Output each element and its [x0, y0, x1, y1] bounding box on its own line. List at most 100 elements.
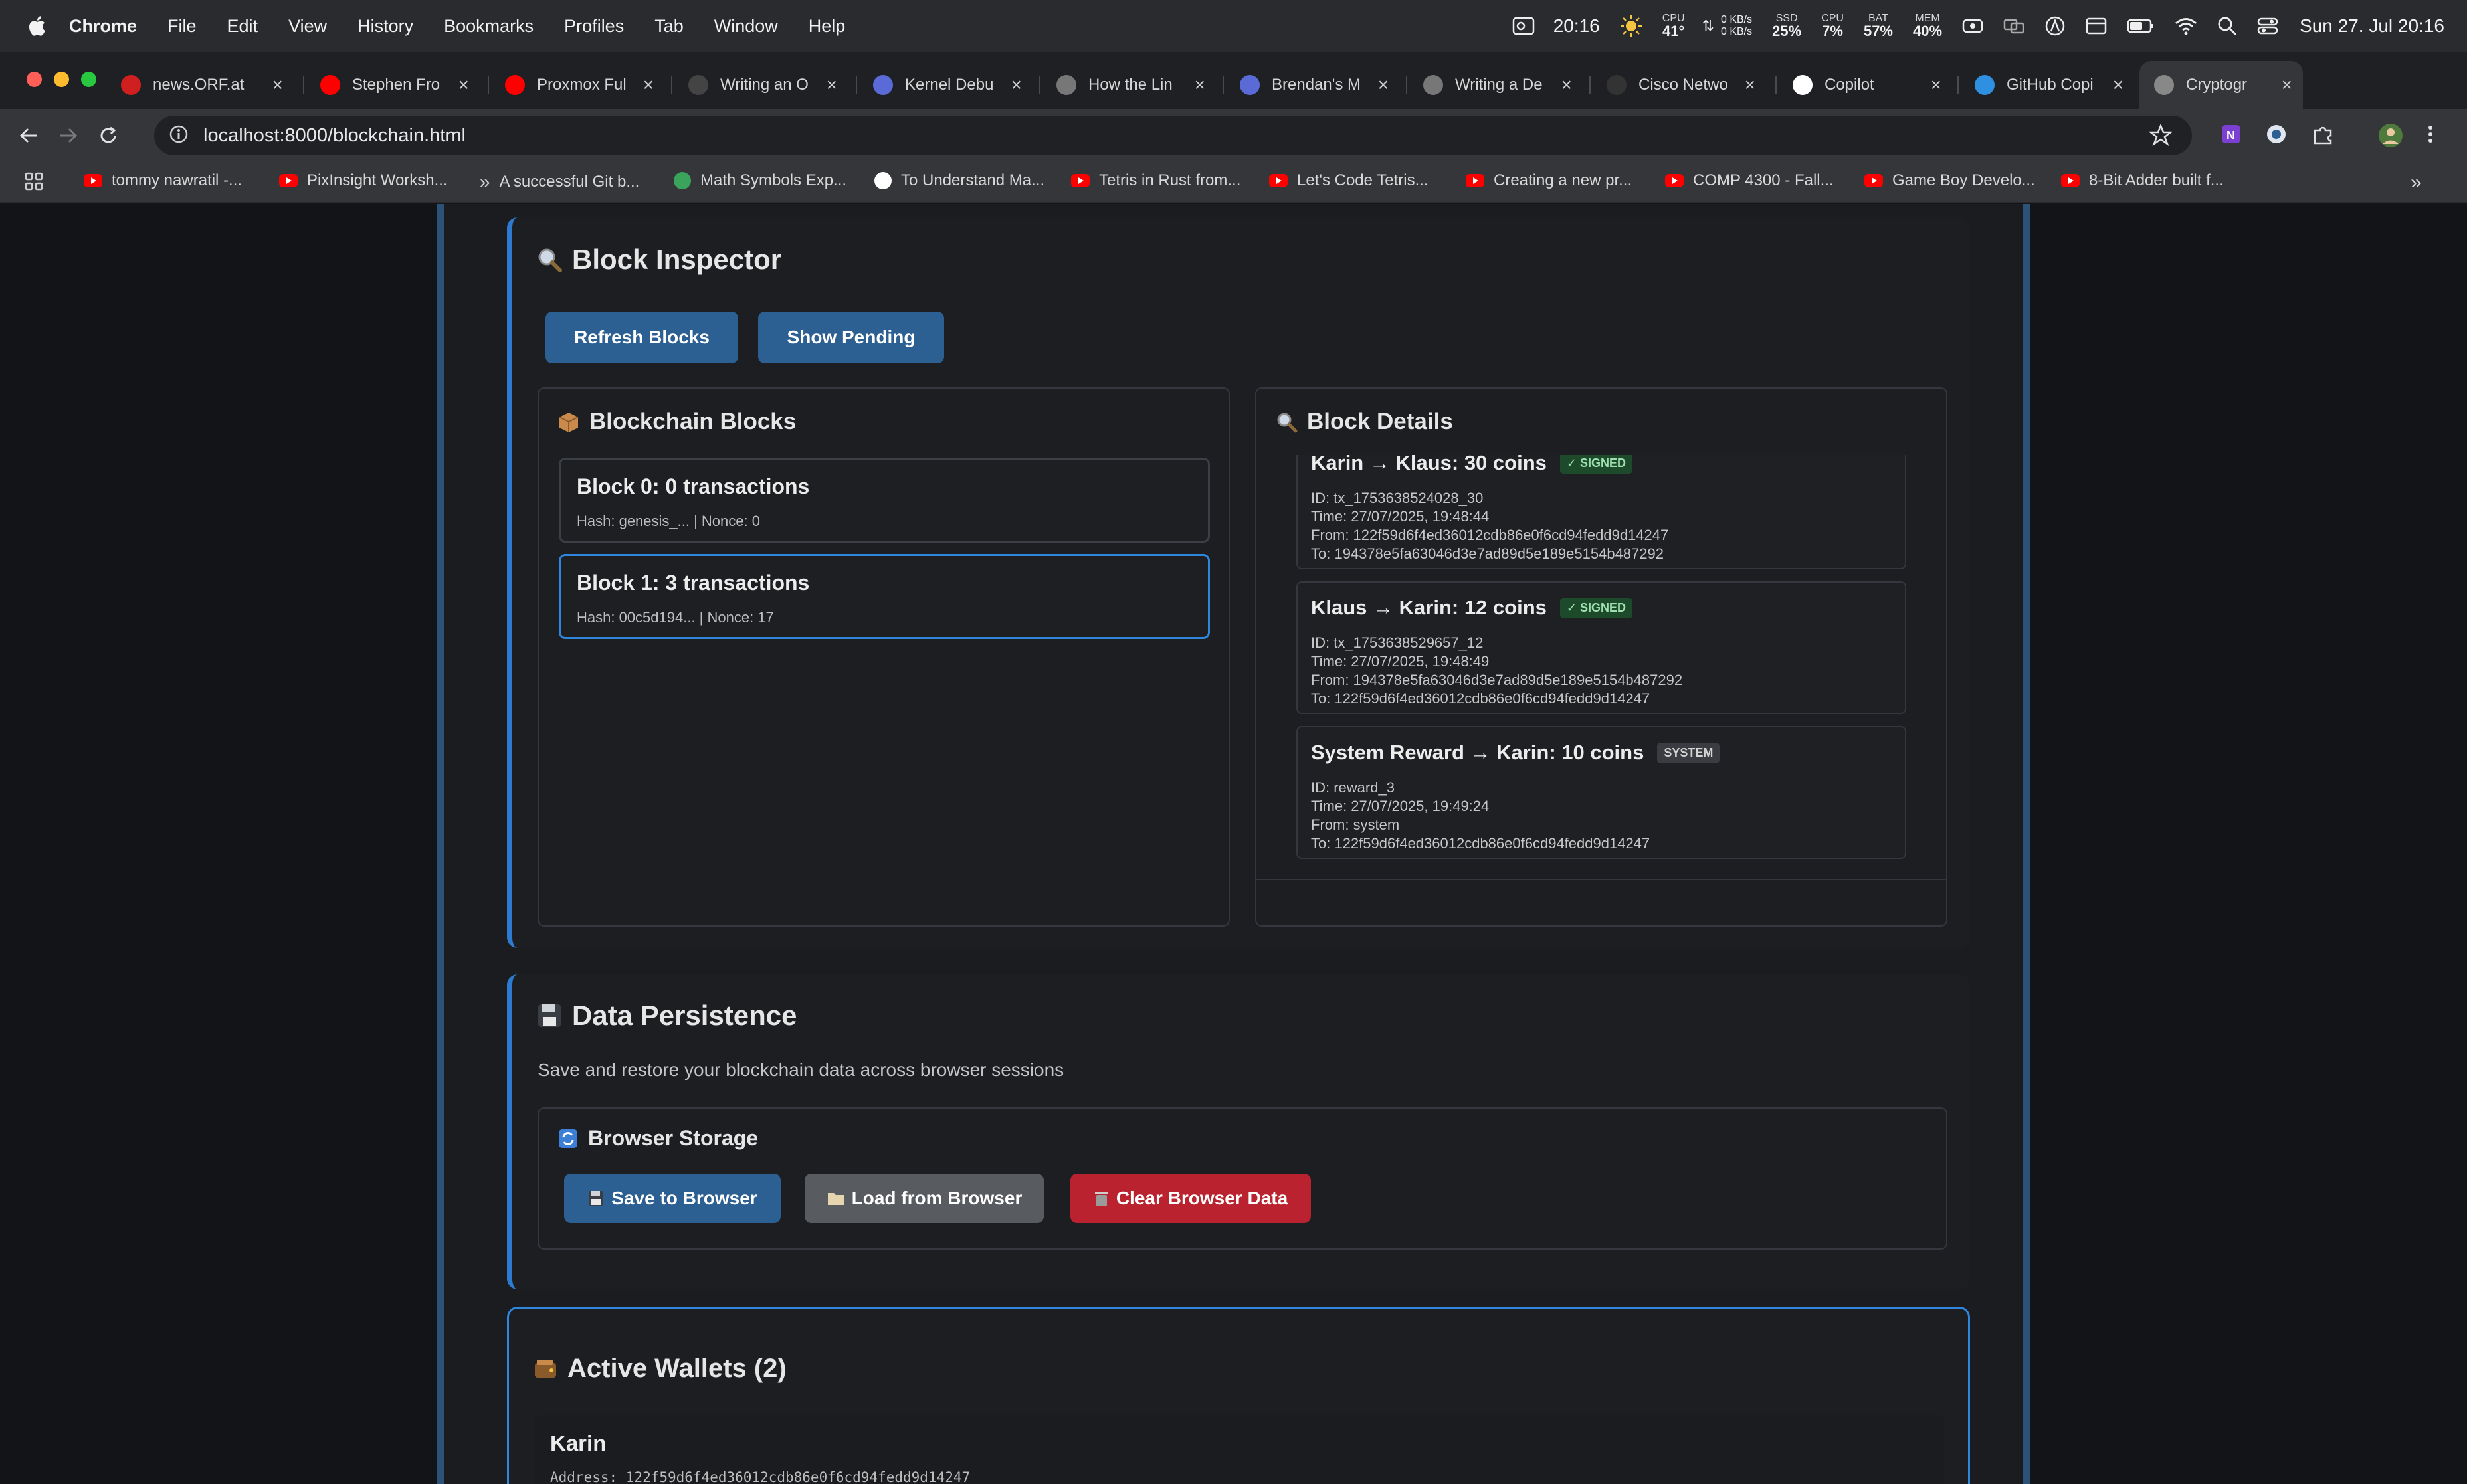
- show-pending-button[interactable]: Show Pending: [758, 312, 944, 363]
- bookmark-item[interactable]: Creating a new pr...: [1466, 171, 1632, 190]
- bookmark-item[interactable]: PixInsight Worksh...: [279, 171, 448, 190]
- svg-text:N: N: [2226, 129, 2235, 142]
- apple-logo-icon[interactable]: [27, 13, 49, 39]
- tab-11[interactable]: GitHub Copi ×: [1960, 61, 2134, 109]
- battery-icon[interactable]: [2127, 18, 2155, 34]
- transaction-to: To: 122f59d6f4ed36012cdb86e0f6cd94fedd9d…: [1311, 690, 1650, 707]
- close-tab-icon[interactable]: ×: [1195, 74, 1205, 96]
- close-tab-icon[interactable]: ×: [827, 74, 837, 96]
- tab-10[interactable]: Copilot ×: [1778, 61, 1952, 109]
- outlook-icon[interactable]: [1512, 16, 1535, 36]
- menu-tab[interactable]: Tab: [654, 16, 684, 37]
- close-tab-icon[interactable]: ×: [1745, 74, 1755, 96]
- menu-bookmarks[interactable]: Bookmarks: [444, 16, 534, 37]
- memory-stat[interactable]: MEM 40%: [1913, 13, 1942, 39]
- close-tab-icon[interactable]: ×: [1378, 74, 1389, 96]
- tab-4[interactable]: Writing an O ×: [674, 61, 848, 109]
- chevrons-icon: »: [480, 171, 490, 192]
- bookmark-item[interactable]: 8-Bit Adder built f...: [2061, 171, 2224, 190]
- transaction-card: Karin → Klaus: 30 coins ✓ SIGNED ID: tx_1…: [1296, 455, 1906, 569]
- calendar-icon[interactable]: [2086, 17, 2107, 35]
- profile-avatar-icon[interactable]: [2377, 122, 2404, 149]
- close-tab-icon[interactable]: ×: [458, 74, 469, 96]
- bookmark-item[interactable]: Tetris in Rust from...: [1071, 171, 1240, 190]
- menu-help[interactable]: Help: [809, 16, 846, 37]
- close-window-button[interactable]: [27, 72, 42, 87]
- clear-browser-data-button[interactable]: Clear Browser Data: [1070, 1174, 1311, 1223]
- tab-5[interactable]: Kernel Debu ×: [858, 61, 1033, 109]
- tab-separator: [856, 76, 857, 94]
- refresh-blocks-button[interactable]: Refresh Blocks: [545, 312, 738, 363]
- tab-6[interactable]: How the Lin ×: [1042, 61, 1216, 109]
- url-text[interactable]: localhost:8000/blockchain.html: [203, 125, 466, 147]
- bookmark-item[interactable]: To Understand Ma...: [874, 171, 1044, 190]
- weather-sun-icon[interactable]: [1620, 15, 1642, 37]
- chrome-menu-icon[interactable]: [2425, 122, 2436, 146]
- accessibility-icon[interactable]: [2044, 15, 2066, 37]
- address-bar[interactable]: localhost:8000/blockchain.html: [154, 116, 2192, 155]
- tab-3[interactable]: Proxmox Ful ×: [490, 61, 664, 109]
- block-inspector-title: Block Inspector: [572, 244, 782, 275]
- close-tab-icon[interactable]: ×: [2282, 74, 2292, 96]
- menu-file[interactable]: File: [167, 16, 197, 37]
- close-tab-icon[interactable]: ×: [1011, 74, 1022, 96]
- tab-separator: [671, 76, 672, 94]
- close-tab-icon[interactable]: ×: [643, 74, 654, 96]
- reload-icon[interactable]: [92, 119, 125, 152]
- menu-view[interactable]: View: [288, 16, 327, 37]
- more-bookmarks-icon[interactable]: »: [2411, 171, 2422, 194]
- bookmark-label: PixInsight Worksh...: [307, 171, 448, 189]
- bookmark-item[interactable]: Game Boy Develo...: [1864, 171, 2035, 190]
- tab-7[interactable]: Brendan's M ×: [1225, 61, 1399, 109]
- close-tab-icon[interactable]: ×: [1931, 74, 1941, 96]
- tab-12[interactable]: Cryptogr ×: [2139, 61, 2303, 109]
- record-icon[interactable]: [1962, 18, 1983, 34]
- battery-stat[interactable]: BAT 57%: [1864, 13, 1893, 39]
- close-tab-icon[interactable]: ×: [272, 74, 283, 96]
- load-from-browser-button[interactable]: Load from Browser: [805, 1174, 1044, 1223]
- save-to-browser-button[interactable]: Save to Browser: [564, 1174, 781, 1223]
- menu-profiles[interactable]: Profiles: [564, 16, 624, 37]
- apps-grid-icon[interactable]: [24, 171, 44, 191]
- bookmark-item[interactable]: » A successful Git b...: [480, 171, 639, 193]
- forward-icon[interactable]: [52, 119, 85, 152]
- extensions-puzzle-icon[interactable]: [2311, 122, 2335, 146]
- bookmark-item[interactable]: Let's Code Tetris...: [1269, 171, 1429, 190]
- tab-8[interactable]: Writing a De ×: [1409, 61, 1583, 109]
- menu-window[interactable]: Window: [714, 16, 778, 37]
- cpu-stat[interactable]: CPU 7%: [1821, 13, 1844, 39]
- block-item-subtitle: Hash: 00c5d194... | Nonce: 17: [577, 609, 774, 626]
- block-item-0[interactable]: Block 0: 0 transactions Hash: genesis_..…: [559, 458, 1210, 543]
- cpu-temp-stat[interactable]: CPU 41°: [1662, 13, 1685, 39]
- minimize-window-button[interactable]: [54, 72, 69, 87]
- youtube-icon: [1466, 174, 1484, 187]
- onenote-extension-icon[interactable]: N: [2219, 122, 2243, 146]
- wifi-icon[interactable]: [2175, 17, 2197, 35]
- menu-edit[interactable]: Edit: [227, 16, 258, 37]
- menu-app-chrome[interactable]: Chrome: [69, 16, 137, 37]
- zoom-window-button[interactable]: [81, 72, 96, 87]
- control-center-icon[interactable]: [2257, 17, 2278, 35]
- tab-1[interactable]: news.ORF.at ×: [106, 61, 294, 109]
- tab-9[interactable]: Cisco Netwo ×: [1592, 61, 1766, 109]
- bookmark-star-icon[interactable]: [2148, 123, 2173, 149]
- screens-icon[interactable]: [2003, 17, 2024, 35]
- tab-2[interactable]: Stephen Fro ×: [306, 61, 480, 109]
- menu-history[interactable]: History: [357, 16, 413, 37]
- bookmark-item[interactable]: tommy nawratil -...: [84, 171, 242, 190]
- privacy-extension-icon[interactable]: [2264, 122, 2288, 146]
- bookmark-item[interactable]: Math Symbols Exp...: [674, 171, 846, 190]
- spotlight-search-icon[interactable]: [2217, 16, 2237, 36]
- transactions-scroll-area[interactable]: Karin → Klaus: 30 coins ✓ SIGNED ID: tx_1…: [1256, 455, 1946, 880]
- ssd-stat[interactable]: SSD 25%: [1772, 13, 1801, 39]
- bookmark-item[interactable]: COMP 4300 - Fall...: [1665, 171, 1834, 190]
- net-down-value: 0 KB/s: [1720, 26, 1753, 37]
- back-icon[interactable]: [12, 119, 45, 152]
- site-info-icon[interactable]: [169, 124, 189, 147]
- network-stat[interactable]: 0 KB/s 0 KB/s: [1721, 14, 1752, 39]
- close-tab-icon[interactable]: ×: [1561, 74, 1572, 96]
- close-tab-icon[interactable]: ×: [2113, 74, 2123, 96]
- data-persistence-heading: Data Persistence: [536, 1000, 797, 1032]
- transaction-title: Klaus → Karin: 12 coins: [1311, 596, 1547, 619]
- block-item-1[interactable]: Block 1: 3 transactions Hash: 00c5d194..…: [559, 554, 1210, 639]
